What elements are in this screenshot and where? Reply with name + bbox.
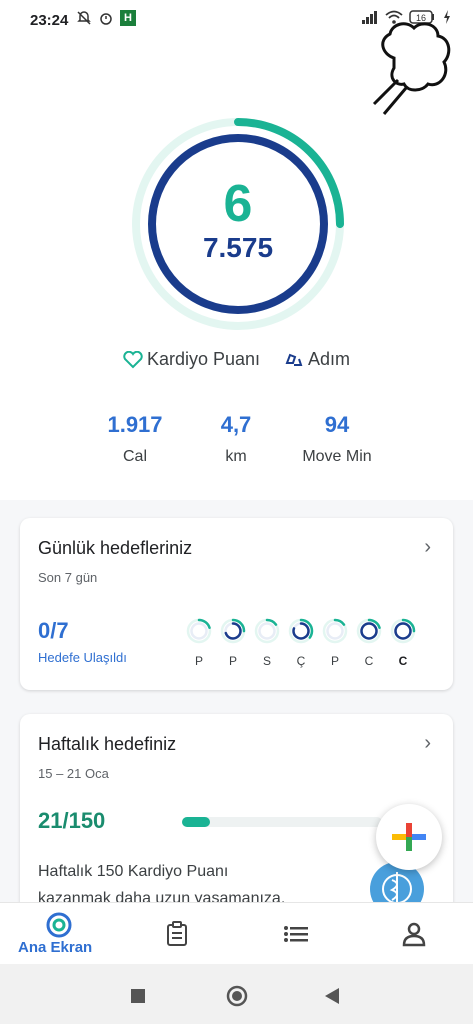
notifications-off-icon [77,11,91,25]
day-ring-3: Ç [288,618,314,668]
daily-goals-subtitle: Son 7 gün [38,570,98,585]
day-label: S [262,654,271,668]
daily-goals-days: PPSÇPCC [186,618,416,668]
list-icon [284,926,308,942]
daily-goals-title: Günlük hedefleriniz [38,538,193,558]
day-ring-5: C [356,618,382,668]
stat-value: 94 [324,412,350,437]
daily-goals-achieved-label: Hedefe Ulaşıldı [38,650,127,665]
activity-ring[interactable]: 6 7.575 [128,114,348,334]
day-ring-icon [322,618,348,644]
app-h-icon: H [120,10,136,26]
stat-move-min: 94 Move Min [277,412,397,466]
day-label: C [364,654,374,668]
day-label: Ç [296,654,306,668]
home-ring-icon [46,912,72,938]
status-time: 23:24 [30,12,69,29]
back-icon[interactable] [324,987,340,1005]
nav-profile[interactable] [354,903,473,965]
bottom-navigation: Ana Ekran [0,902,473,965]
nav-journal[interactable] [118,903,236,965]
weekly-goal-progress-fill [182,817,210,827]
heart-icon [123,350,143,368]
clipboard-icon [167,921,187,946]
day-label: P [228,654,237,668]
day-ring-icon [254,618,280,644]
legend-cardio-label: Kardiyo Puanı [146,349,261,369]
nav-home-label: Ana Ekran [18,939,93,956]
day-ring-icon [220,618,246,644]
day-label: P [330,654,339,668]
legend-cardio: Kardiyo Puanı [123,349,260,370]
stat-label: Move Min [302,448,372,465]
nav-browse[interactable] [236,903,354,965]
day-ring-2: S [254,618,280,668]
nav-home[interactable]: Ana Ekran [0,903,118,965]
day-ring-6: C [390,618,416,668]
weekly-desc-line1: Haftalık 150 Kardiyo Puanı [38,863,229,880]
weekly-goal-value: 21/150 [38,808,106,833]
steps-value: 7.575 [202,232,274,263]
add-button[interactable] [376,804,442,870]
chevron-right-icon[interactable]: › [424,536,431,559]
daily-goals-card[interactable]: Günlük hedefleriniz › Son 7 gün 0/7 Hede… [20,518,453,690]
legend-steps: Adım [284,349,350,370]
cardio-points-value: 6 [223,175,253,233]
day-ring-0: P [186,618,212,668]
day-ring-1: P [220,618,246,668]
chevron-right-icon[interactable]: › [424,732,431,755]
status-icons-left: H [76,10,136,26]
day-ring-icon [288,618,314,644]
steps-icon [285,353,303,366]
plus-icon [392,823,426,851]
daily-goals-achieved: 0/7 [38,618,69,643]
profile-icon [402,922,426,947]
ring-legend: Kardiyo Puanı Adım [0,349,473,370]
day-ring-icon [186,618,212,644]
recents-icon[interactable] [130,988,146,1004]
weekly-goal-dates: 15 – 21 Oca [38,766,109,781]
weekly-goal-title: Haftalık hedefiniz [38,734,177,754]
home-icon[interactable] [225,984,249,1008]
legend-steps-label: Adım [308,349,351,369]
day-ring-icon [390,618,416,644]
day-label: C [398,654,408,668]
day-ring-icon [356,618,382,644]
summary-section: 6 7.575 Kardiyo Puanı Adım 1.917 Cal 4,7… [0,22,473,500]
day-label: P [194,654,203,668]
breath-logo-icon[interactable] [358,18,464,124]
alarm-icon [100,13,112,25]
system-navigation [0,964,473,1024]
day-ring-4: P [322,618,348,668]
weekly-goal-progress [182,817,382,827]
